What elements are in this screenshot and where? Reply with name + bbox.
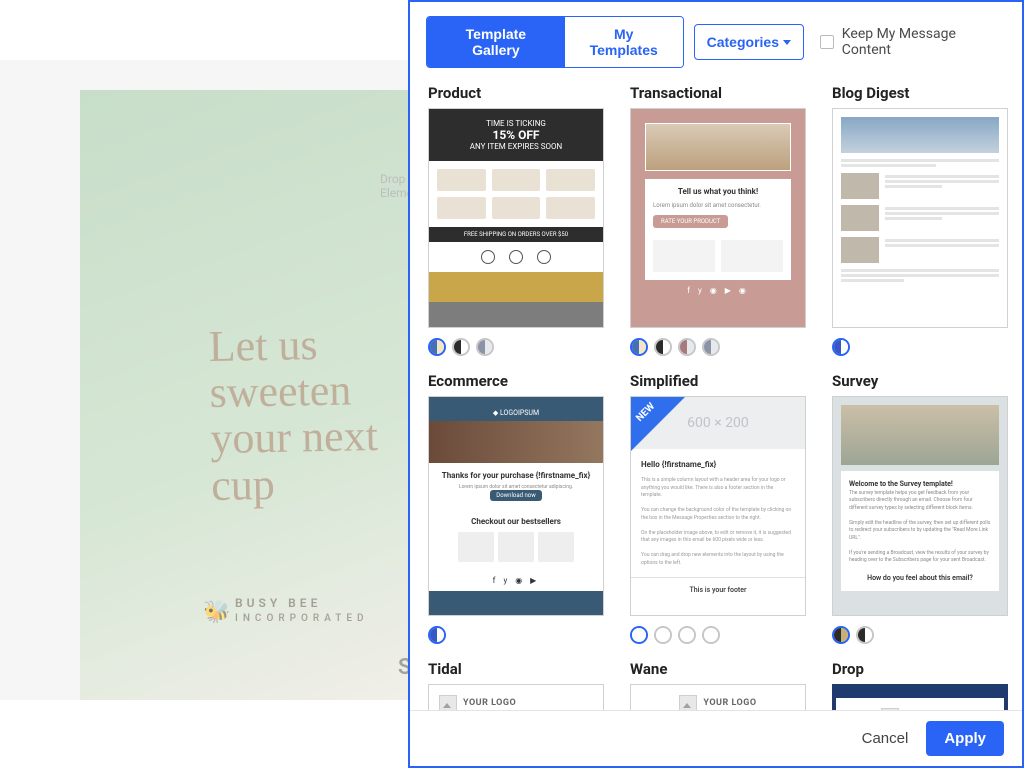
template-grid: Product TIME IS TICKING15% OFFANY ITEM E… <box>410 78 1022 710</box>
template-card-survey: Survey Welcome to the Survey template!Th… <box>832 372 1008 644</box>
color-swatch[interactable] <box>630 338 648 356</box>
modal-footer: Cancel Apply <box>410 710 1022 766</box>
apply-button[interactable]: Apply <box>926 721 1004 756</box>
template-card-blog-digest: Blog Digest <box>832 84 1008 356</box>
template-thumb[interactable]: Tell us what you think!Lorem ipsum dolor… <box>630 108 806 328</box>
brand-block: BUSY BEE INCORPORATED <box>235 596 369 624</box>
template-title: Drop <box>832 660 1008 678</box>
template-card-ecommerce: Ecommerce ◆ LOGOIPSUM Thanks for your pu… <box>428 372 604 644</box>
color-swatch[interactable] <box>630 626 648 644</box>
template-title: Ecommerce <box>428 372 604 390</box>
tab-template-gallery[interactable]: Template Gallery <box>427 17 565 67</box>
template-thumb[interactable]: YOUR LOGO <box>630 684 806 710</box>
color-swatch[interactable] <box>832 338 850 356</box>
categories-dropdown[interactable]: Categories <box>694 24 804 60</box>
editor-underlay: Drop Element Let us sweeten your next cu… <box>0 60 440 700</box>
view-tabs: Template Gallery My Templates <box>426 16 684 68</box>
color-swatches <box>832 338 1008 356</box>
email-preview: Drop Element Let us sweeten your next cu… <box>80 90 440 700</box>
template-thumb[interactable]: TIME IS TICKING15% OFFANY ITEM EXPIRES S… <box>428 108 604 328</box>
template-row: Tidal YOUR LOGO Hi {!firstname_fix},This… <box>428 660 1004 710</box>
image-placeholder-icon <box>439 695 457 710</box>
color-swatches <box>630 338 806 356</box>
template-card-simplified: Simplified NEW 600 × 200 Hello {!firstna… <box>630 372 806 644</box>
tab-my-templates[interactable]: My Templates <box>565 17 683 67</box>
keep-content-option[interactable]: Keep My Message Content <box>820 26 1006 58</box>
color-swatches <box>428 626 604 644</box>
image-placeholder-icon <box>881 708 899 710</box>
template-thumb[interactable]: Welcome to the Survey template!The surve… <box>832 396 1008 616</box>
template-card-wane: Wane YOUR LOGO <box>630 660 806 710</box>
template-thumb[interactable]: YOUR LOGO This template is great to deli… <box>832 684 1008 710</box>
cancel-button[interactable]: Cancel <box>856 722 915 755</box>
keep-content-label: Keep My Message Content <box>842 26 1006 58</box>
color-swatch[interactable] <box>678 338 696 356</box>
new-badge: NEW <box>631 397 685 451</box>
template-title: Survey <box>832 372 1008 390</box>
color-swatch[interactable] <box>654 626 672 644</box>
template-title: Tidal <box>428 660 604 678</box>
color-swatch[interactable] <box>678 626 696 644</box>
template-thumb[interactable]: ◆ LOGOIPSUM Thanks for your purchase {!f… <box>428 396 604 616</box>
bee-icon: 🐝 <box>203 600 230 625</box>
template-title: Simplified <box>630 372 806 390</box>
categories-label: Categories <box>707 34 779 50</box>
template-card-product: Product TIME IS TICKING15% OFFANY ITEM E… <box>428 84 604 356</box>
template-title: Wane <box>630 660 806 678</box>
color-swatch[interactable] <box>702 338 720 356</box>
color-swatch[interactable] <box>476 338 494 356</box>
color-swatch[interactable] <box>654 338 672 356</box>
color-swatch[interactable] <box>702 626 720 644</box>
color-swatch[interactable] <box>428 338 446 356</box>
color-swatches <box>428 338 604 356</box>
template-thumb[interactable]: YOUR LOGO Hi {!firstname_fix},This templ… <box>428 684 604 710</box>
template-thumb[interactable] <box>832 108 1008 328</box>
template-row: Product TIME IS TICKING15% OFFANY ITEM E… <box>428 84 1004 356</box>
keep-content-checkbox[interactable] <box>820 35 834 49</box>
template-title: Transactional <box>630 84 806 102</box>
modal-toolbar: Template Gallery My Templates Categories… <box>410 2 1022 78</box>
color-swatch[interactable] <box>832 626 850 644</box>
template-card-tidal: Tidal YOUR LOGO Hi {!firstname_fix},This… <box>428 660 604 710</box>
template-title: Product <box>428 84 604 102</box>
template-title: Blog Digest <box>832 84 1008 102</box>
template-gallery-modal: Template Gallery My Templates Categories… <box>408 0 1024 768</box>
template-thumb[interactable]: NEW 600 × 200 Hello {!firstname_fix}This… <box>630 396 806 616</box>
template-card-transactional: Transactional Tell us what you think!Lor… <box>630 84 806 356</box>
image-placeholder-icon <box>679 695 697 710</box>
color-swatches <box>630 626 806 644</box>
color-swatches <box>832 626 1008 644</box>
template-row: Ecommerce ◆ LOGOIPSUM Thanks for your pu… <box>428 372 1004 644</box>
color-swatch[interactable] <box>856 626 874 644</box>
color-swatch[interactable] <box>452 338 470 356</box>
hero-script-text: Let us sweeten your next cup <box>208 320 441 509</box>
color-swatch[interactable] <box>428 626 446 644</box>
chevron-down-icon <box>783 40 791 45</box>
template-card-drop: Drop YOUR LOGO This template is great to… <box>832 660 1008 710</box>
